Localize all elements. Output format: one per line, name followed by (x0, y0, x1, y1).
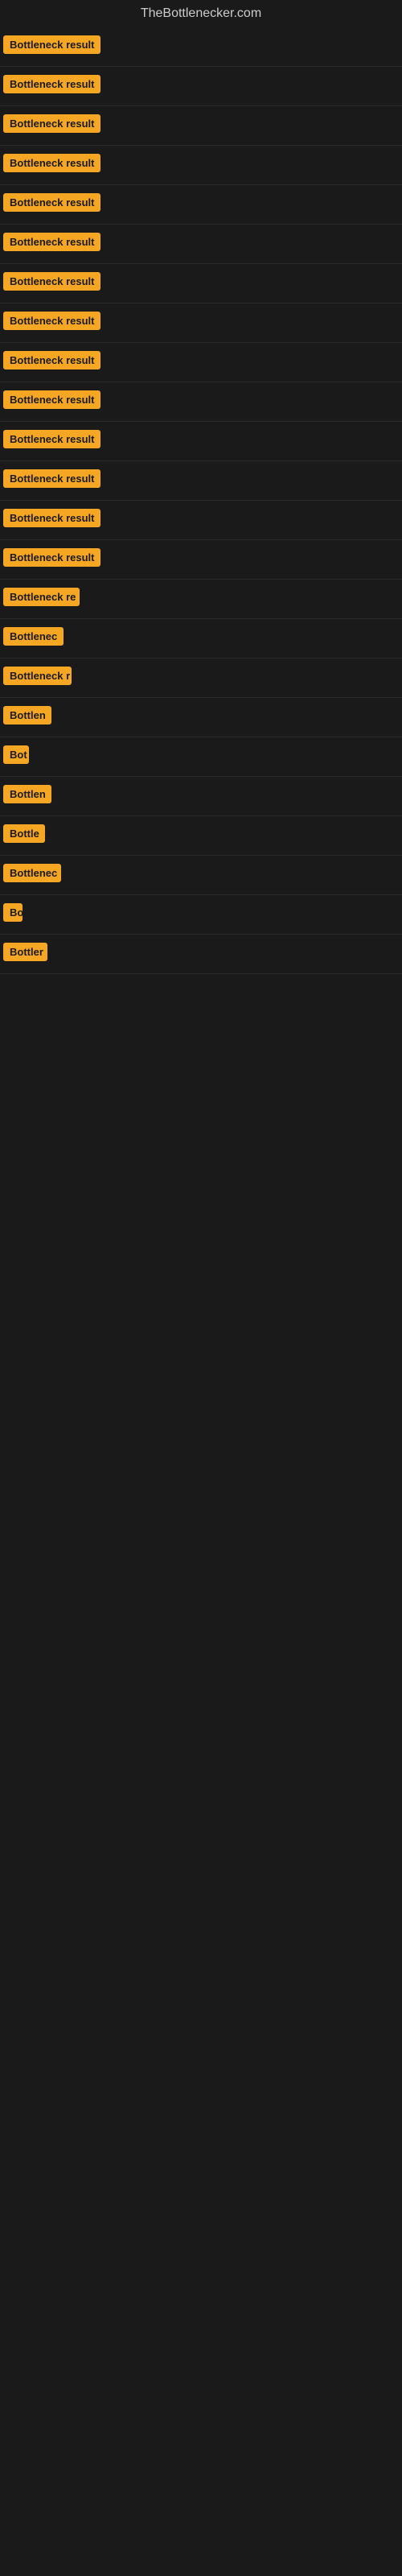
bottleneck-badge[interactable]: Bottler (3, 943, 47, 961)
result-row: Bottleneck result (0, 264, 402, 303)
bottleneck-badge[interactable]: Bottlenec (3, 864, 61, 882)
bottleneck-badge[interactable]: Bot (3, 745, 29, 764)
result-row: Bottleneck result (0, 106, 402, 146)
result-row: Bottleneck result (0, 540, 402, 580)
result-row: Bottlenec (0, 619, 402, 658)
result-row: Bottleneck result (0, 146, 402, 185)
bottleneck-badge[interactable]: Bo (3, 903, 23, 922)
bottleneck-badge[interactable]: Bottlen (3, 706, 51, 724)
result-row: Bot (0, 737, 402, 777)
result-row: Bottlen (0, 777, 402, 816)
result-row: Bottleneck re (0, 580, 402, 619)
bottleneck-badge[interactable]: Bottleneck result (3, 469, 100, 488)
bottleneck-badge[interactable]: Bottleneck result (3, 35, 100, 54)
result-row: Bottler (0, 935, 402, 974)
result-row: Bo (0, 895, 402, 935)
result-row: Bottlenec (0, 856, 402, 895)
result-row: Bottleneck r (0, 658, 402, 698)
result-row: Bottleneck result (0, 27, 402, 67)
bottleneck-badge[interactable]: Bottleneck result (3, 351, 100, 369)
bottleneck-badge[interactable]: Bottlen (3, 785, 51, 803)
site-title-text: TheBottlenecker.com (141, 6, 261, 20)
result-row: Bottleneck result (0, 382, 402, 422)
bottleneck-badge[interactable]: Bottleneck re (3, 588, 80, 606)
bottleneck-badge[interactable]: Bottleneck result (3, 390, 100, 409)
result-row: Bottleneck result (0, 185, 402, 225)
site-title: TheBottlenecker.com (0, 0, 402, 27)
result-row: Bottleneck result (0, 343, 402, 382)
bottleneck-badge[interactable]: Bottleneck result (3, 548, 100, 567)
bottleneck-badge[interactable]: Bottleneck result (3, 233, 100, 251)
bottleneck-badge[interactable]: Bottleneck r (3, 667, 72, 685)
result-row: Bottleneck result (0, 461, 402, 501)
result-row: Bottleneck result (0, 501, 402, 540)
result-row: Bottleneck result (0, 303, 402, 343)
bottleneck-badge[interactable]: Bottle (3, 824, 45, 843)
result-row: Bottlen (0, 698, 402, 737)
bottleneck-badge[interactable]: Bottleneck result (3, 193, 100, 212)
result-row: Bottleneck result (0, 225, 402, 264)
result-row: Bottle (0, 816, 402, 856)
results-container: Bottleneck result Bottleneck result Bottle… (0, 27, 402, 974)
bottleneck-badge[interactable]: Bottleneck result (3, 114, 100, 133)
bottleneck-badge[interactable]: Bottlenec (3, 627, 64, 646)
bottleneck-badge[interactable]: Bottleneck result (3, 75, 100, 93)
bottleneck-badge[interactable]: Bottleneck result (3, 154, 100, 172)
bottleneck-badge[interactable]: Bottleneck result (3, 272, 100, 291)
result-row: Bottleneck result (0, 422, 402, 461)
bottleneck-badge[interactable]: Bottleneck result (3, 509, 100, 527)
bottleneck-badge[interactable]: Bottleneck result (3, 430, 100, 448)
bottleneck-badge[interactable]: Bottleneck result (3, 312, 100, 330)
result-row: Bottleneck result (0, 67, 402, 106)
